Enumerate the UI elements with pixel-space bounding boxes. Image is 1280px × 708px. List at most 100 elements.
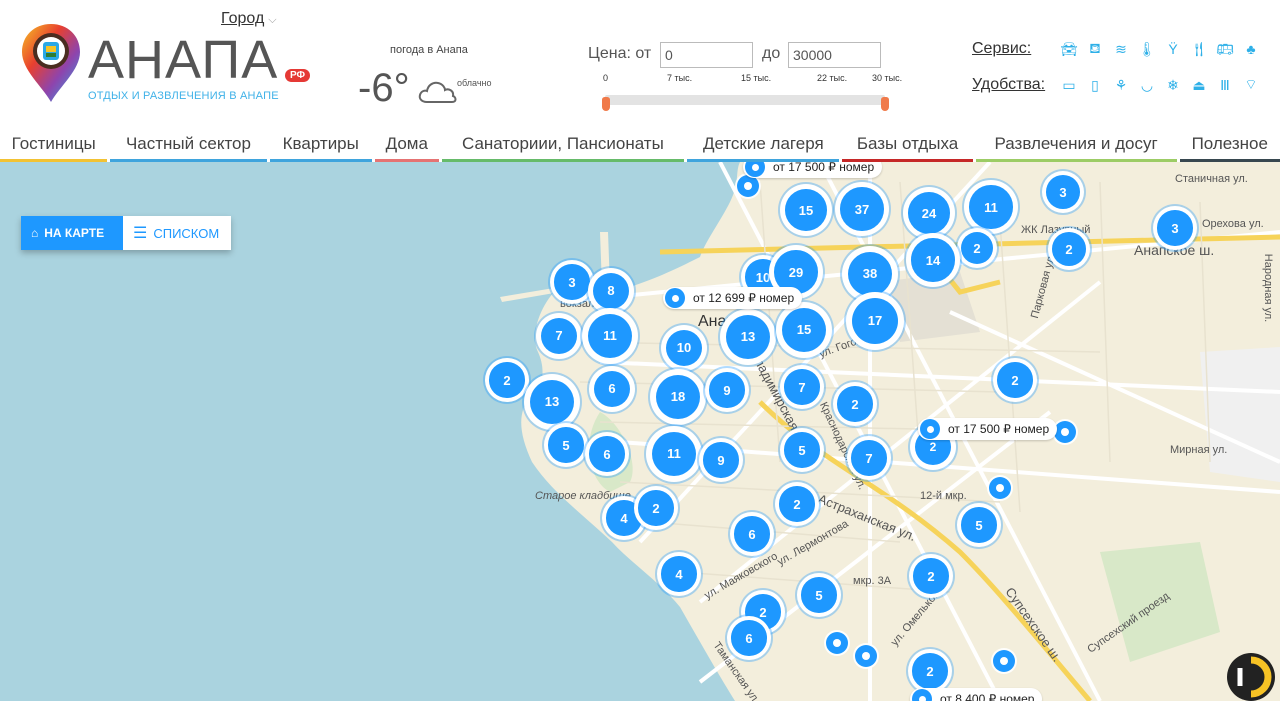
cluster-count: 5 bbox=[784, 432, 820, 468]
map-cluster[interactable]: 3 bbox=[1153, 206, 1197, 250]
map-cluster[interactable]: 6 bbox=[589, 366, 635, 412]
map-cluster[interactable]: 6 bbox=[730, 512, 774, 556]
list-view-button[interactable]: ☰ СПИСКОМ bbox=[123, 216, 231, 250]
shower-icon[interactable]: ⚘ bbox=[1112, 76, 1130, 94]
map-pin[interactable] bbox=[855, 645, 877, 667]
view-toggle: ⌂ НА КАРТЕ ☰ СПИСКОМ bbox=[21, 216, 231, 250]
site-logo[interactable]: АНАПА РФ ОТДЫХ И РАЗВЛЕЧЕНИЯ В АНАПЕ bbox=[20, 22, 320, 104]
map-cluster[interactable]: 2 bbox=[908, 649, 952, 693]
bed-icon[interactable]: ⛾ bbox=[1086, 40, 1104, 58]
map-cluster[interactable]: 4 bbox=[657, 552, 701, 596]
map-cluster[interactable]: 24 bbox=[903, 187, 955, 239]
cloud-icon bbox=[418, 81, 457, 103]
nav-item-houses[interactable]: Дома bbox=[374, 128, 439, 162]
map-cluster[interactable]: 2 bbox=[909, 554, 953, 598]
page: Город ⌵ АНАПА РФ ОТДЫХ И РАЗВЛЕЧЕНИЯ В А… bbox=[0, 0, 1280, 708]
map-cluster[interactable]: 14 bbox=[906, 233, 960, 287]
map-cluster[interactable]: 11 bbox=[646, 426, 702, 482]
map-pin[interactable] bbox=[826, 632, 848, 654]
nav-item-useful[interactable]: Полезное bbox=[1179, 128, 1280, 162]
map-view-button[interactable]: ⌂ НА КАРТЕ bbox=[21, 216, 123, 250]
price-from-input[interactable] bbox=[660, 42, 753, 68]
tree-icon[interactable]: ♣ bbox=[1242, 40, 1260, 58]
wifi-icon[interactable]: ⌔ bbox=[1242, 76, 1260, 94]
map-pin[interactable] bbox=[1054, 421, 1076, 443]
map-price-label[interactable]: от 17 500 ₽ номер bbox=[743, 162, 883, 178]
service-filter: Сервис: 🚘︎ ⛾ ≋ 🌡︎ Ÿ 🍴︎ 🚌︎ ♣ bbox=[972, 40, 1272, 64]
map-price-label[interactable]: от 8 400 ₽ номер bbox=[910, 688, 1043, 701]
map-cluster[interactable]: 9 bbox=[705, 368, 749, 412]
tv-icon[interactable]: ▭ bbox=[1060, 76, 1078, 94]
cluster-count: 7 bbox=[851, 440, 887, 476]
cluster-count: 6 bbox=[593, 370, 631, 408]
street-label: Орехова ул. bbox=[1202, 218, 1264, 230]
bus-icon[interactable]: 🚌︎ bbox=[1216, 40, 1234, 58]
map-cluster[interactable]: 11 bbox=[582, 308, 638, 364]
service-label[interactable]: Сервис: bbox=[972, 40, 1031, 58]
snowflake-icon[interactable]: ❄ bbox=[1164, 76, 1182, 94]
map-cluster[interactable]: 5 bbox=[957, 503, 1001, 547]
nav-item-sanatoriums[interactable]: Санаториии, Пансионаты bbox=[441, 128, 685, 162]
map-pin[interactable] bbox=[989, 477, 1011, 499]
map-cluster[interactable]: 11 bbox=[964, 180, 1018, 234]
price-slider-track[interactable] bbox=[605, 95, 885, 105]
map-cluster[interactable]: 7 bbox=[536, 313, 582, 359]
logo-rf-badge: РФ bbox=[285, 69, 311, 82]
map-cluster[interactable]: 2 bbox=[1048, 228, 1090, 270]
map-cluster[interactable]: 5 bbox=[544, 423, 588, 467]
price-slider-max-handle[interactable] bbox=[881, 97, 889, 111]
map-cluster[interactable]: 6 bbox=[727, 616, 771, 660]
nav-item-private-sector[interactable]: Частный сектор bbox=[110, 128, 267, 162]
map-cluster[interactable]: 15 bbox=[776, 302, 832, 358]
brand-badge-icon[interactable] bbox=[1226, 652, 1276, 701]
amenities-label[interactable]: Удобства: bbox=[972, 76, 1045, 94]
map-cluster[interactable]: 2 bbox=[957, 228, 997, 268]
map-cluster[interactable]: 18 bbox=[650, 369, 706, 425]
map[interactable]: Станичная ул. Орехова ул. Анапское ш. ЖК… bbox=[0, 162, 1280, 701]
kettle-icon[interactable]: ⏏ bbox=[1190, 76, 1208, 94]
nav-item-children-camps[interactable]: Детские лагеря bbox=[687, 128, 840, 162]
swimmer-icon[interactable]: ≋ bbox=[1112, 40, 1130, 58]
map-cluster[interactable]: 2 bbox=[993, 358, 1037, 402]
map-cluster[interactable]: 13 bbox=[720, 309, 776, 365]
map-cluster[interactable]: 3 bbox=[1042, 171, 1084, 213]
map-pin-icon bbox=[745, 162, 765, 177]
restaurant-icon[interactable]: 🍴︎ bbox=[1190, 40, 1208, 58]
price-to-input[interactable] bbox=[788, 42, 881, 68]
map-cluster[interactable]: 37 bbox=[835, 182, 889, 236]
map-price-label[interactable]: от 17 500 ₽ номер bbox=[918, 418, 1058, 440]
map-cluster[interactable]: 5 bbox=[797, 573, 841, 617]
bath-icon[interactable]: ◡ bbox=[1138, 76, 1156, 94]
map-cluster[interactable]: 9 bbox=[699, 438, 743, 482]
map-cluster[interactable]: 7 bbox=[847, 436, 891, 480]
car-icon[interactable]: 🚘︎ bbox=[1060, 40, 1078, 58]
map-cluster[interactable]: 6 bbox=[585, 432, 629, 476]
map-pin[interactable] bbox=[993, 650, 1015, 672]
map-cluster[interactable]: 3 bbox=[550, 260, 594, 304]
map-pin[interactable] bbox=[737, 175, 759, 197]
map-cluster[interactable]: 2 bbox=[833, 382, 877, 426]
map-cluster[interactable]: 5 bbox=[780, 428, 824, 472]
nav-item-entertainment[interactable]: Развлечения и досуг bbox=[975, 128, 1177, 162]
map-cluster[interactable]: 2 bbox=[634, 486, 678, 530]
thermometer-icon[interactable]: 🌡︎ bbox=[1138, 40, 1156, 58]
nav-item-recreation-bases[interactable]: Базы отдыха bbox=[842, 128, 973, 162]
map-cluster[interactable]: 2 bbox=[775, 482, 819, 526]
price-slider-min-handle[interactable] bbox=[602, 97, 610, 111]
map-cluster[interactable]: 15 bbox=[780, 184, 832, 236]
price-label-text: от 8 400 ₽ номер bbox=[940, 692, 1035, 701]
map-cluster[interactable]: 17 bbox=[846, 292, 904, 350]
map-cluster[interactable]: 13 bbox=[524, 374, 580, 430]
fridge-icon[interactable]: ▯ bbox=[1086, 76, 1104, 94]
cluster-count: 2 bbox=[638, 490, 674, 526]
radiator-icon[interactable]: Ⅲ bbox=[1216, 76, 1234, 94]
map-price-label[interactable]: от 12 699 ₽ номер bbox=[663, 287, 803, 309]
street-label: Мирная ул. bbox=[1170, 444, 1228, 456]
map-cluster[interactable]: 2 bbox=[485, 358, 529, 402]
nav-item-apartments[interactable]: Квартиры bbox=[269, 128, 372, 162]
map-cluster[interactable]: 10 bbox=[661, 325, 707, 371]
glass-icon[interactable]: Ÿ bbox=[1164, 40, 1182, 58]
cluster-count: 7 bbox=[784, 369, 820, 405]
nav-item-hotels[interactable]: Гостиницы bbox=[0, 128, 108, 162]
map-cluster[interactable]: 7 bbox=[780, 365, 824, 409]
